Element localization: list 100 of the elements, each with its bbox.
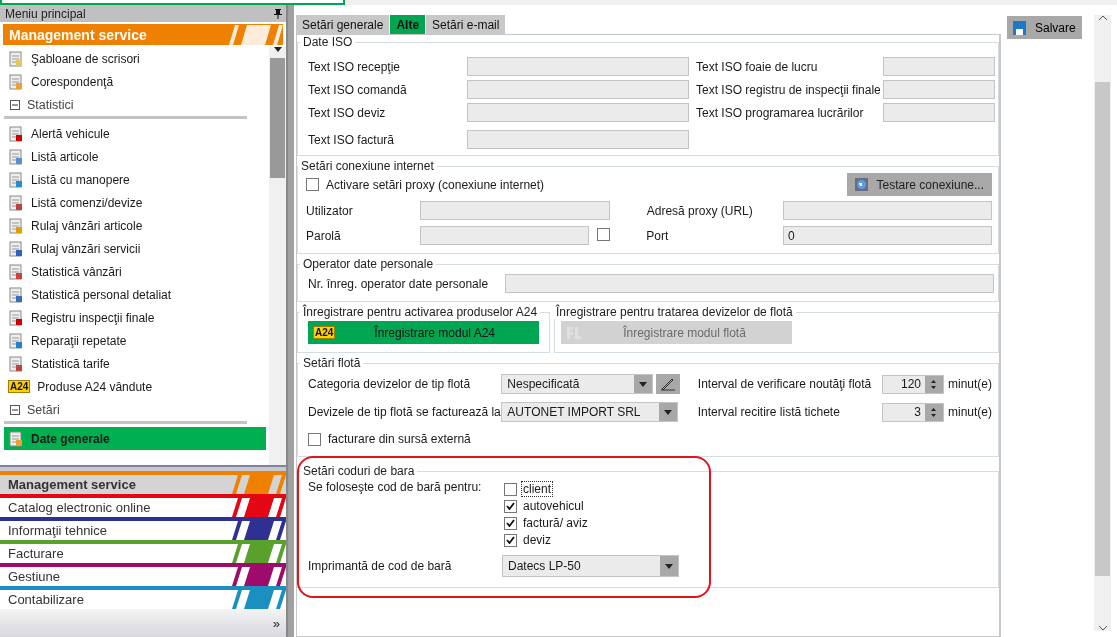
section-header[interactable]: Setări xyxy=(4,398,247,424)
collapse-icon[interactable] xyxy=(10,99,20,110)
spin-arrows-icon xyxy=(931,406,937,418)
field-label: Utilizator xyxy=(306,203,354,218)
menu-item[interactable]: Alertă vehicule xyxy=(4,122,266,145)
text-field[interactable] xyxy=(467,130,689,149)
module-title: Management service xyxy=(9,26,147,43)
menu-item-label: Rulaj vânzări articole xyxy=(31,218,143,233)
module-tab[interactable]: Contabilizare xyxy=(0,586,286,609)
down-arrow-icon xyxy=(663,409,672,415)
checkbox[interactable] xyxy=(306,178,319,191)
text-field[interactable] xyxy=(0,0,345,5)
menu-item[interactable]: Registru inspecţii finale xyxy=(4,306,266,329)
number-spinner[interactable]: 3 xyxy=(882,402,944,422)
menu-item[interactable]: Listă comenzi/devize xyxy=(4,191,266,214)
text-field[interactable] xyxy=(505,274,994,293)
register-a24-button[interactable]: A24 Înregistrare modul A24 xyxy=(308,321,539,344)
dropdown[interactable]: Datecs LP-50 xyxy=(502,555,679,577)
field-label: Se foloseşte cod de bară pentru: xyxy=(308,480,483,494)
field-label: Adresă proxy (URL) xyxy=(646,203,754,218)
checkbox[interactable] xyxy=(504,533,517,547)
text-field[interactable] xyxy=(467,103,689,122)
document-icon xyxy=(8,171,24,188)
collapse-icon[interactable] xyxy=(10,404,20,415)
checkbox[interactable] xyxy=(504,516,517,530)
spin-arrows-icon xyxy=(931,378,937,390)
field-label: Imprimantă de cod de bară xyxy=(308,559,453,573)
dropdown[interactable]: Nespecificată xyxy=(501,374,653,394)
group-title: Înregistrare pentru activarea produselor A24 xyxy=(302,305,539,319)
menu-item-label: Reparaţii repetate xyxy=(31,333,127,348)
menu-item-label: Alertă vehicule xyxy=(31,126,110,141)
document-icon xyxy=(8,125,24,142)
module-tab[interactable]: Catalog electronic online xyxy=(0,494,286,517)
section-header[interactable]: Statistici xyxy=(4,93,247,119)
pin-icon[interactable] xyxy=(274,8,282,19)
menu-item[interactable]: Statistică vânzări xyxy=(4,260,266,283)
module-tab[interactable]: Facturare xyxy=(0,540,286,563)
menu-item[interactable]: Date generale xyxy=(4,427,266,450)
down-arrow-icon xyxy=(638,381,647,387)
menu-item[interactable]: Corespondenţă xyxy=(4,70,266,93)
splitter[interactable] xyxy=(0,465,286,471)
menu-item[interactable]: Şabloane de scrisori xyxy=(4,47,266,70)
menu-item[interactable]: Statistică tarife xyxy=(4,352,266,375)
checkbox-label: client xyxy=(522,482,552,496)
text-field[interactable] xyxy=(467,57,689,76)
menu-item[interactable]: Reparaţii repetate xyxy=(4,329,266,352)
document-icon xyxy=(8,430,24,447)
text-field[interactable] xyxy=(467,80,689,99)
field-label: Text ISO recepţie xyxy=(308,59,402,74)
menu-item-label: Listă comenzi/devize xyxy=(31,195,143,210)
menu-item-label: Statistică tarife xyxy=(31,356,110,371)
unit-label: minut(e) xyxy=(948,377,992,391)
document-icon xyxy=(8,309,24,326)
edit-button[interactable] xyxy=(655,374,680,394)
password-field[interactable] xyxy=(419,226,590,245)
module-tab[interactable]: Gestiune xyxy=(0,563,286,586)
checkbox[interactable] xyxy=(597,227,611,241)
menu-item-label: Statistică vânzări xyxy=(31,264,122,279)
scrollbar[interactable] xyxy=(269,47,286,465)
text-field[interactable] xyxy=(883,57,995,76)
module-tab[interactable]: Informaţii tehnice xyxy=(0,517,286,540)
menu-item[interactable]: Statistică personal detaliat xyxy=(4,283,266,306)
checkbox[interactable] xyxy=(308,432,321,446)
scrollbar[interactable] xyxy=(1094,15,1111,631)
field-label: Parolă xyxy=(306,228,342,243)
field-label: Interval recitire listă tichete xyxy=(697,405,841,419)
pen-icon xyxy=(659,377,676,391)
group-title: Setări coduri de bara xyxy=(302,464,416,478)
checkbox-label: Activare setări proxy (conexiune internet) xyxy=(326,177,545,192)
menu-item-label: Corespondenţă xyxy=(31,74,114,89)
document-icon xyxy=(8,217,24,234)
group-title: Înregistrare pentru tratarea devizelor de flotă xyxy=(555,305,794,319)
tab[interactable]: Setări generale xyxy=(296,15,390,34)
dropdown[interactable]: AUTONET IMPORT SRL xyxy=(501,402,678,422)
save-button[interactable]: Salvare xyxy=(1007,16,1082,39)
menu-item[interactable]: Listă articole xyxy=(4,145,266,168)
text-field[interactable] xyxy=(883,103,995,122)
module-tab[interactable]: Management service xyxy=(0,471,286,494)
document-icon xyxy=(8,50,24,67)
menu-item[interactable]: Listă cu manopere xyxy=(4,168,266,191)
menu-item[interactable]: A24 Produse A24 vândute xyxy=(4,375,266,398)
field-label: Categoria devizelor de tip flotă xyxy=(308,377,472,391)
tab[interactable]: Alte xyxy=(390,15,426,34)
more-button[interactable]: » xyxy=(272,615,280,631)
text-field[interactable] xyxy=(783,201,992,220)
menu-item[interactable]: Rulaj vânzări articole xyxy=(4,214,266,237)
tab[interactable]: Setări e-mail xyxy=(426,15,506,34)
menu-item-label: Şabloane de scrisori xyxy=(31,51,140,66)
text-field[interactable] xyxy=(883,80,995,99)
port-field[interactable]: 0 xyxy=(782,226,992,245)
test-connection-button[interactable]: Testare conexiune... xyxy=(846,173,992,196)
text-field[interactable] xyxy=(419,201,610,220)
checkbox[interactable] xyxy=(504,482,517,496)
field-label: Text ISO comandă xyxy=(308,82,408,97)
document-icon xyxy=(8,355,24,372)
checkbox[interactable] xyxy=(504,499,517,513)
document-icon xyxy=(8,148,24,165)
number-spinner[interactable]: 120 xyxy=(882,374,944,394)
menu-item-label: Date generale xyxy=(31,431,110,446)
menu-item[interactable]: Rulaj vânzări servicii xyxy=(4,237,266,260)
